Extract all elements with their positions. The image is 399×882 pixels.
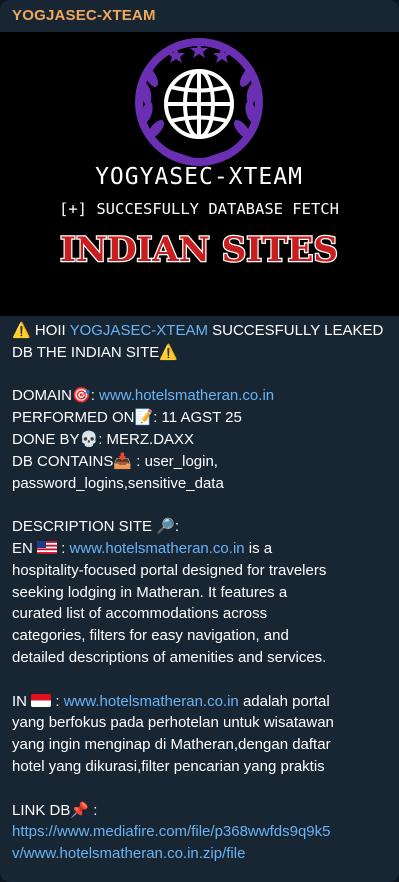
magnifier-icon: 🔎 <box>156 517 175 536</box>
db-value-2: password_logins,sensitive_data <box>12 474 224 492</box>
leaked-text-2: DB THE INDIAN SITE <box>12 343 160 361</box>
en-text-4: curated list of accommodations across <box>12 605 268 623</box>
inbox-tray-icon: 📥 <box>113 451 133 470</box>
sender-name[interactable]: YOGJASEC-XTEAM <box>12 7 156 24</box>
message-text: ⚠️ HOII YOGJASEC-XTEAM SUCCESFULLY LEAKE… <box>12 320 392 865</box>
linkdb-url-2[interactable]: v/www.hotelsmatheran.co.in.zip/file <box>12 843 392 865</box>
db-label: DB CONTAINS <box>12 452 114 470</box>
emblem-logo <box>135 38 263 166</box>
done-label: DONE BY <box>12 430 80 448</box>
in-text-2: yang berfokus pada perhotelan untuk wisa… <box>12 714 334 732</box>
group-link[interactable]: YOGJASEC-XTEAM <box>70 322 208 339</box>
performed-label: PERFORMED ON <box>12 409 135 427</box>
in-text-4: hotel yang dikurasi,filter pencarian yan… <box>12 757 325 775</box>
banner-svg: YOGYASEC-XTEAM [+] SUCCESFULLY DATABASE … <box>59 38 339 271</box>
desc-label: DESCRIPTION SITE <box>12 518 157 536</box>
en-text-1: is a <box>244 539 273 557</box>
en-text-6: detailed descriptions of amenities and s… <box>12 648 327 666</box>
domain-label: DOMAIN <box>12 387 72 405</box>
en-text-2: hospitality-focused portal designed for … <box>12 561 327 579</box>
performed-value: : 11 AGST 25 <box>153 409 242 427</box>
banner-headline: INDIAN SITES <box>60 230 338 270</box>
in-text-1: adalah portal <box>238 692 330 710</box>
en-text-3: seeking lodging in Matheran. It features… <box>12 583 288 601</box>
linkdb-url-1[interactable]: https://www.mediafire.com/file/p368wwfds… <box>12 821 392 843</box>
target-icon: 🎯 <box>72 386 91 405</box>
banner-subtitle: [+] SUCCESFULLY DATABASE FETCH <box>59 200 339 218</box>
en-separator: : <box>57 539 70 557</box>
linkdb-label: LINK DB <box>12 801 71 819</box>
message-bubble: YOGJASEC-XTEAM YOGYASEC-XTEAM [+] SUCCES… <box>0 0 399 882</box>
leaked-text: SUCCESFULLY LEAKED <box>207 322 384 339</box>
done-value: : MERZ.DAXX <box>98 430 195 448</box>
db-value: : user_login, <box>132 452 218 470</box>
banner-image[interactable]: YOGYASEC-XTEAM [+] SUCCESFULLY DATABASE … <box>0 32 399 316</box>
warning-icon: ⚠️ <box>159 342 178 361</box>
in-label: IN <box>12 692 27 710</box>
skull-icon: 💀 <box>79 429 99 448</box>
in-link[interactable]: www.hotelsmatheran.co.in <box>64 693 239 710</box>
us-flag-icon <box>37 540 58 554</box>
greeting-text: HOII <box>34 322 70 339</box>
linkdb-colon: : <box>89 801 98 819</box>
en-label: EN <box>12 539 33 557</box>
en-link[interactable]: www.hotelsmatheran.co.in <box>70 540 245 557</box>
pushpin-icon: 📌 <box>70 800 90 819</box>
domain-separator: : <box>90 387 100 405</box>
domain-link[interactable]: www.hotelsmatheran.co.in <box>99 387 274 404</box>
desc-colon: : <box>174 518 180 536</box>
in-separator: : <box>51 692 64 710</box>
banner-title: YOGYASEC-XTEAM <box>95 164 303 190</box>
calendar-icon: 📝 <box>134 408 154 427</box>
indonesia-flag-icon <box>31 693 52 707</box>
warning-icon: ⚠️ <box>12 321 31 339</box>
en-text-5: categories, filters for easy navigation,… <box>12 627 289 645</box>
in-text-3: yang ingin menginap di Matheran,dengan d… <box>12 736 331 754</box>
